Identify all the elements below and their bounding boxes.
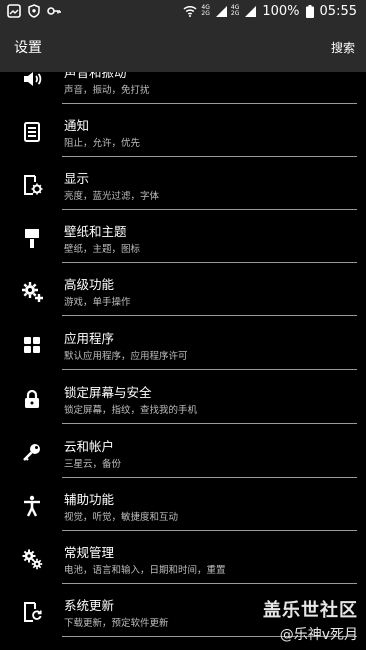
paint-roller-icon [25,229,39,248]
item-subtitle: 游戏，单手操作 [64,297,131,308]
settings-item-apps[interactable]: 应用程序 默认应用程序，应用程序许可 [0,317,366,370]
network-label: 2G [230,10,240,17]
divider [62,315,357,316]
display-settings-icon [24,175,43,195]
item-subtitle: 默认应用程序，应用程序许可 [64,351,188,362]
divider [62,423,357,424]
settings-item-lockscreen[interactable]: 锁定屏幕与安全 锁定屏幕，指纹，查找我的手机 [0,371,366,424]
watermark-title: 盖乐世社区 [263,600,358,621]
item-title: 应用程序 [64,331,115,346]
settings-list: 声音和振动 声音，振动，免打扰 通知 阻止，允许，优先 显示 亮度，蓝光过滤，字… [0,0,366,650]
item-subtitle: 锁定屏幕，指纹，查找我的手机 [64,405,198,416]
settings-item-wallpaper[interactable]: 壁纸和主题 壁纸，主题，图标 [0,210,366,263]
clock: 05:55 [319,3,357,19]
network-type-2: 4G 2G [231,5,239,17]
item-title: 常规管理 [64,545,115,560]
settings-item-notifications[interactable]: 通知 阻止，允许，优先 [0,104,366,157]
item-subtitle: 阻止，允许，优先 [64,138,141,149]
settings-item-advanced[interactable]: 高级功能 游戏，单手操作 [0,263,366,316]
settings-item-display[interactable]: 显示 亮度，蓝光过滤，字体 [0,157,366,210]
settings-item-general-management[interactable]: 常规管理 电池，语言和输入，日期和时间，重置 [0,531,366,584]
battery-percentage: 100% [262,3,300,19]
item-subtitle: 视觉，听觉，敏捷度和互动 [64,512,179,523]
network-label: 2G [201,10,210,17]
item-title: 系统更新 [64,598,115,613]
item-title: 壁纸和主题 [64,224,127,239]
battery-icon [305,4,314,18]
lock-icon [25,389,39,408]
key-icon [23,444,40,461]
item-title: 显示 [64,171,90,186]
accessibility-icon [24,495,40,517]
network-type-1: 4G 2G [201,5,209,17]
signal-icon [215,5,227,17]
item-title: 辅助功能 [64,492,115,507]
item-subtitle: 亮度，蓝光过滤，字体 [64,191,160,202]
item-subtitle: 下载更新，预定软件更新 [64,618,169,629]
gear-plus-icon [22,282,43,302]
status-bar-right: 4G 2G 4G 2G 100% 05:55 [183,4,357,19]
system-update-icon [24,602,42,622]
gears-icon [22,549,43,570]
item-subtitle: 电池，语言和输入，日期和时间，重置 [64,565,226,576]
item-title: 云和帐户 [64,439,115,454]
settings-item-cloud-accounts[interactable]: 云和帐户 三星云，备份 [0,425,366,478]
search-button[interactable]: 搜索 [331,39,355,56]
item-title: 锁定屏幕与安全 [64,385,152,400]
page-title: 设置 [14,40,42,56]
key-icon [47,7,61,15]
item-title: 通知 [64,118,90,133]
item-subtitle: 壁纸，主题，图标 [64,244,141,255]
status-bar-left [7,4,61,18]
signal-icon [245,5,257,17]
divider [62,369,357,370]
item-subtitle: 声音，振动，免打扰 [64,85,150,96]
watermark-author: @乐神v死月 [279,627,358,643]
watermark: 盖乐世社区 @乐神v死月 [263,596,358,644]
image-icon [7,4,21,18]
shield-icon [28,4,40,18]
item-subtitle: 三星云，备份 [64,459,122,470]
status-bar: 4G 2G 4G 2G 100% 05:55 [0,0,366,22]
wifi-icon [183,5,197,17]
notification-icon [24,122,40,142]
item-title: 高级功能 [64,277,115,292]
apps-grid-icon [24,337,40,353]
app-bar: 设置 搜索 [0,22,366,72]
settings-item-accessibility[interactable]: 辅助功能 视觉，听觉，敏捷度和互动 [0,478,366,531]
